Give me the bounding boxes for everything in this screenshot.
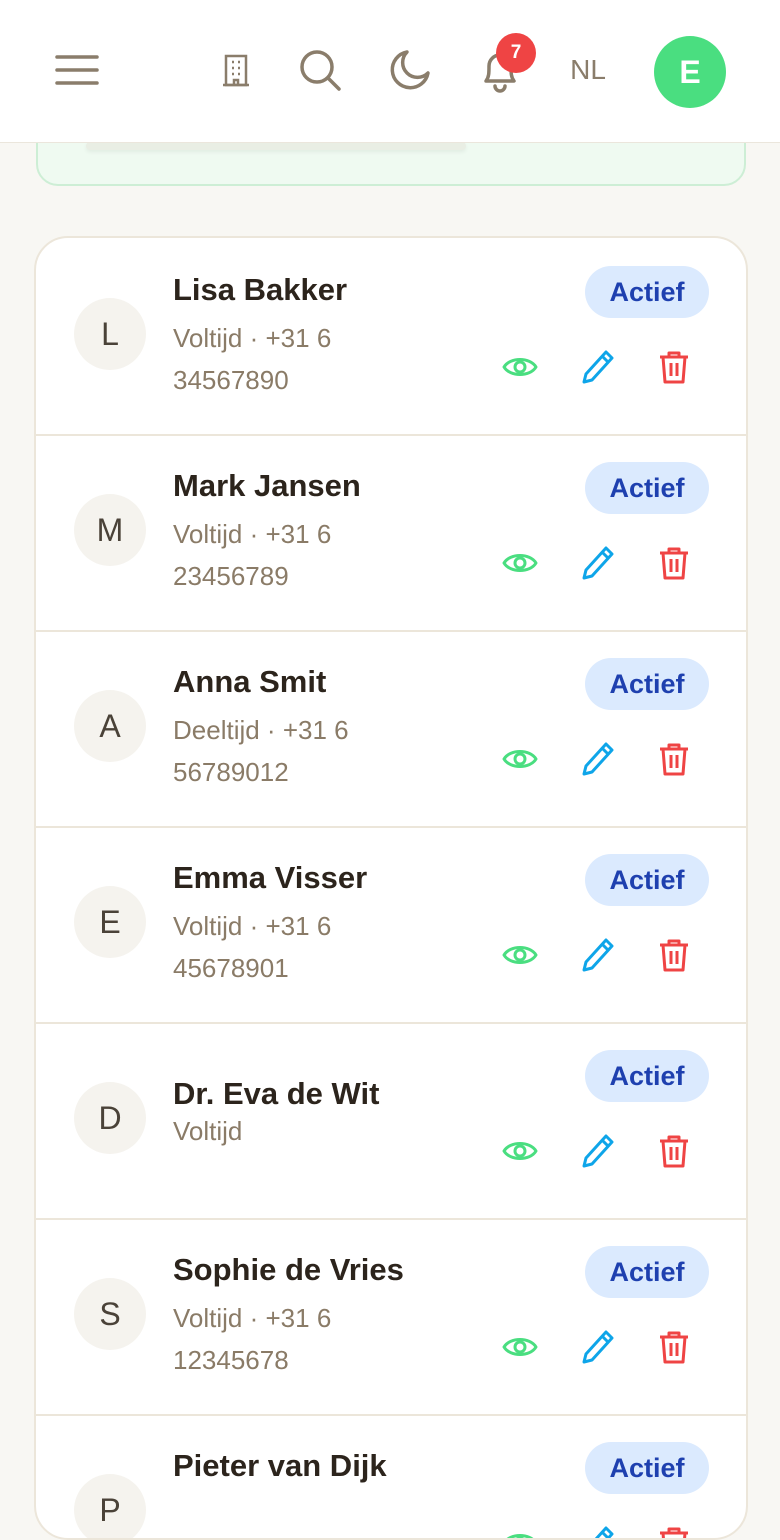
staff-avatar: P	[74, 1474, 146, 1540]
pencil-icon	[581, 741, 615, 782]
view-button[interactable]	[498, 935, 542, 979]
top-bar: 7 NL E	[0, 0, 780, 143]
language-switcher[interactable]: NL	[560, 50, 616, 90]
staff-meta: Voltijd · +31 6 12345678	[173, 1297, 433, 1381]
eye-icon	[502, 1138, 538, 1169]
delete-button[interactable]	[652, 739, 696, 783]
organization-button[interactable]	[212, 46, 260, 94]
notification-count-badge: 7	[496, 33, 536, 73]
view-button[interactable]	[498, 347, 542, 391]
staff-row[interactable]: L Lisa Bakker Voltijd · +31 6 34567890 Acti…	[36, 238, 746, 436]
staff-row[interactable]: E Emma Visser Voltijd · +31 6 45678901 Acti…	[36, 826, 746, 1024]
staff-meta: Voltijd · +31 6 34567890	[173, 317, 433, 401]
view-button[interactable]	[498, 1523, 542, 1540]
staff-avatar: S	[74, 1278, 146, 1350]
edit-button[interactable]	[576, 739, 620, 783]
eye-icon	[502, 550, 538, 581]
staff-avatar: M	[74, 494, 146, 566]
theme-toggle-button[interactable]	[384, 44, 436, 96]
edit-button[interactable]	[576, 1131, 620, 1175]
staff-avatar: D	[74, 1082, 146, 1154]
trash-icon	[658, 545, 690, 586]
trash-icon	[658, 1133, 690, 1174]
staff-list-card: L Lisa Bakker Voltijd · +31 6 34567890 Acti…	[34, 236, 748, 1540]
edit-button[interactable]	[576, 347, 620, 391]
trash-icon	[658, 349, 690, 390]
status-badge: Actief	[585, 658, 709, 710]
search-icon	[297, 47, 343, 93]
edit-button[interactable]	[576, 1327, 620, 1371]
eye-icon	[502, 1334, 538, 1365]
staff-meta: Voltijd	[173, 1110, 433, 1152]
status-badge: Actief	[585, 462, 709, 514]
eye-icon	[502, 942, 538, 973]
pencil-icon	[581, 1329, 615, 1370]
view-button[interactable]	[498, 1131, 542, 1175]
edit-button[interactable]	[576, 935, 620, 979]
edit-button[interactable]	[576, 1523, 620, 1540]
view-button[interactable]	[498, 739, 542, 783]
panel-bar	[86, 142, 466, 150]
staff-name: Dr. Eva de Wit	[173, 1076, 379, 1112]
eye-icon	[502, 746, 538, 777]
pencil-icon	[581, 937, 615, 978]
edit-button[interactable]	[576, 543, 620, 587]
staff-name: Lisa Bakker	[173, 272, 347, 308]
pencil-icon	[581, 1525, 615, 1540]
staff-row[interactable]: M Mark Jansen Voltijd · +31 6 23456789 Acti…	[36, 434, 746, 632]
staff-meta: Voltijd · +31 6 45678901	[173, 905, 433, 989]
building-icon	[222, 53, 250, 87]
delete-button[interactable]	[652, 543, 696, 587]
delete-button[interactable]	[652, 347, 696, 391]
pencil-icon	[581, 1133, 615, 1174]
trash-icon	[658, 1525, 690, 1540]
staff-row[interactable]: A Anna Smit Deeltijd · +31 6 56789012 Actie…	[36, 630, 746, 828]
trash-icon	[658, 937, 690, 978]
view-button[interactable]	[498, 543, 542, 587]
staff-row[interactable]: P Pieter van Dijk Actief	[36, 1414, 746, 1540]
eye-icon	[502, 1530, 538, 1540]
delete-button[interactable]	[652, 1523, 696, 1540]
eye-icon	[502, 354, 538, 385]
pencil-icon	[581, 545, 615, 586]
staff-name: Anna Smit	[173, 664, 326, 700]
pencil-icon	[581, 349, 615, 390]
staff-meta: Deeltijd · +31 6 56789012	[173, 709, 433, 793]
user-avatar[interactable]: E	[654, 36, 726, 108]
trash-icon	[658, 1329, 690, 1370]
staff-meta: Voltijd · +31 6 23456789	[173, 513, 433, 597]
moon-icon	[388, 48, 432, 92]
staff-name: Mark Jansen	[173, 468, 361, 504]
delete-button[interactable]	[652, 935, 696, 979]
search-button[interactable]	[294, 44, 346, 96]
status-badge: Actief	[585, 1442, 709, 1494]
staff-avatar: A	[74, 690, 146, 762]
delete-button[interactable]	[652, 1131, 696, 1175]
staff-row[interactable]: D Dr. Eva de WitVoltijd Actief	[36, 1022, 746, 1220]
menu-icon	[55, 53, 99, 87]
trash-icon	[658, 741, 690, 782]
status-badge: Actief	[585, 854, 709, 906]
staff-name: Emma Visser	[173, 860, 367, 896]
staff-avatar: L	[74, 298, 146, 370]
staff-avatar: E	[74, 886, 146, 958]
status-badge: Actief	[585, 1050, 709, 1102]
status-badge: Actief	[585, 266, 709, 318]
staff-name: Pieter van Dijk	[173, 1448, 387, 1484]
staff-row[interactable]: S Sophie de Vries Voltijd · +31 6 12345678…	[36, 1218, 746, 1416]
view-button[interactable]	[498, 1327, 542, 1371]
staff-name: Sophie de Vries	[173, 1252, 404, 1288]
delete-button[interactable]	[652, 1327, 696, 1371]
menu-button[interactable]	[50, 46, 104, 94]
status-badge: Actief	[585, 1246, 709, 1298]
